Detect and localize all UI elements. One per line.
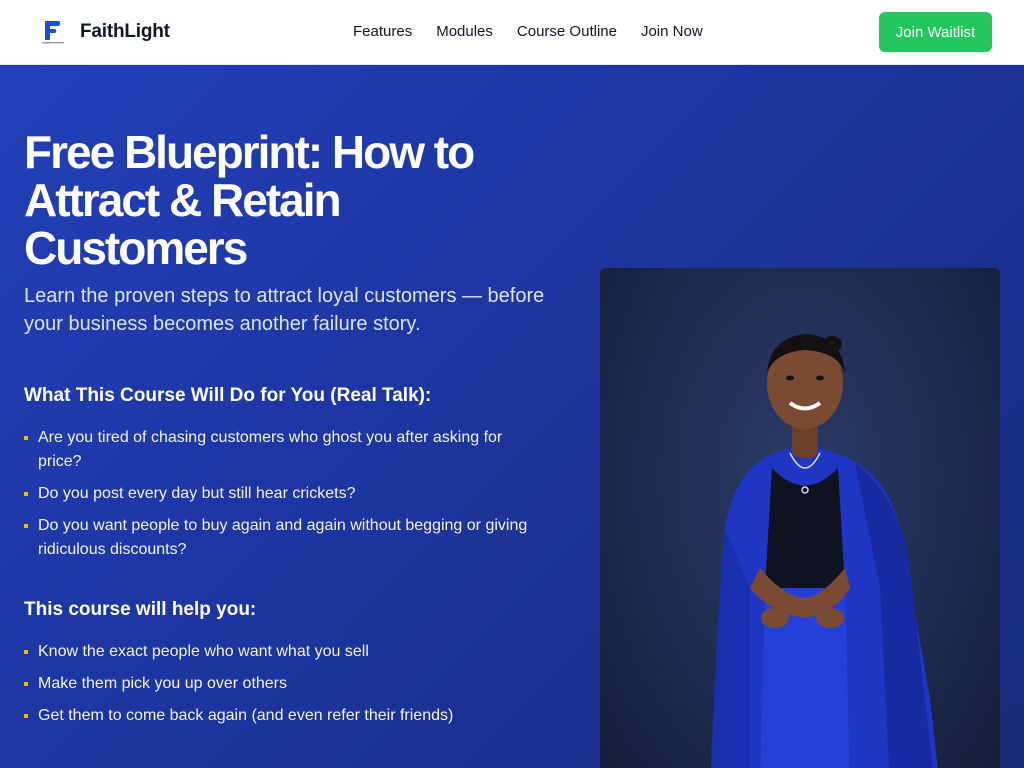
hero-content: Free Blueprint: How to Attract & Retain … (24, 128, 564, 736)
list-item-text: Do you want people to buy again and agai… (38, 517, 528, 558)
pain-points-list: Are you tired of chasing customers who g… (24, 426, 564, 562)
bullet-icon (24, 682, 28, 686)
brand[interactable]: FaithLight (40, 18, 170, 46)
hero-title: Free Blueprint: How to Attract & Retain … (24, 126, 475, 274)
instructor-photo (600, 268, 1000, 768)
list-item-text: Do you post every day but still hear cri… (38, 485, 356, 502)
list-item: Get them to come back again (and even re… (24, 704, 544, 728)
nav-link-features[interactable]: Features (353, 23, 412, 41)
site-header: FaithLight Features Modules Course Outli… (0, 0, 1024, 65)
bullet-icon (24, 714, 28, 718)
nav-link-modules[interactable]: Modules (436, 23, 493, 41)
main-nav: Features Modules Course Outline Join Now (353, 23, 703, 41)
bullet-icon (24, 524, 28, 528)
faithlight-logo-icon (40, 18, 66, 46)
bullet-icon (24, 492, 28, 496)
instructor-illustration (710, 334, 938, 768)
list-item: Do you post every day but still hear cri… (24, 482, 544, 506)
brand-name: FaithLight (80, 21, 170, 42)
hero-subtitle: Learn the proven steps to attract loyal … (24, 285, 545, 335)
section-heading-what-course-does: What This Course Will Do for You (Real T… (24, 385, 432, 406)
list-item-text: Get them to come back again (and even re… (38, 707, 454, 724)
section-heading-help: This course will help you: (24, 599, 257, 620)
list-item: Make them pick you up over others (24, 672, 544, 696)
join-waitlist-button[interactable]: Join Waitlist (879, 12, 992, 52)
list-item-text: Know the exact people who want what you … (38, 643, 369, 660)
list-item-text: Make them pick you up over others (38, 675, 288, 692)
bullet-icon (24, 436, 28, 440)
nav-link-join-now[interactable]: Join Now (641, 23, 703, 41)
benefits-list: Know the exact people who want what you … (24, 640, 564, 728)
list-item: Are you tired of chasing customers who g… (24, 426, 544, 474)
nav-link-course-outline[interactable]: Course Outline (517, 23, 617, 41)
list-item-text: Are you tired of chasing customers who g… (38, 429, 503, 470)
list-item: Do you want people to buy again and agai… (24, 514, 544, 562)
list-item: Know the exact people who want what you … (24, 640, 544, 664)
bullet-icon (24, 650, 28, 654)
